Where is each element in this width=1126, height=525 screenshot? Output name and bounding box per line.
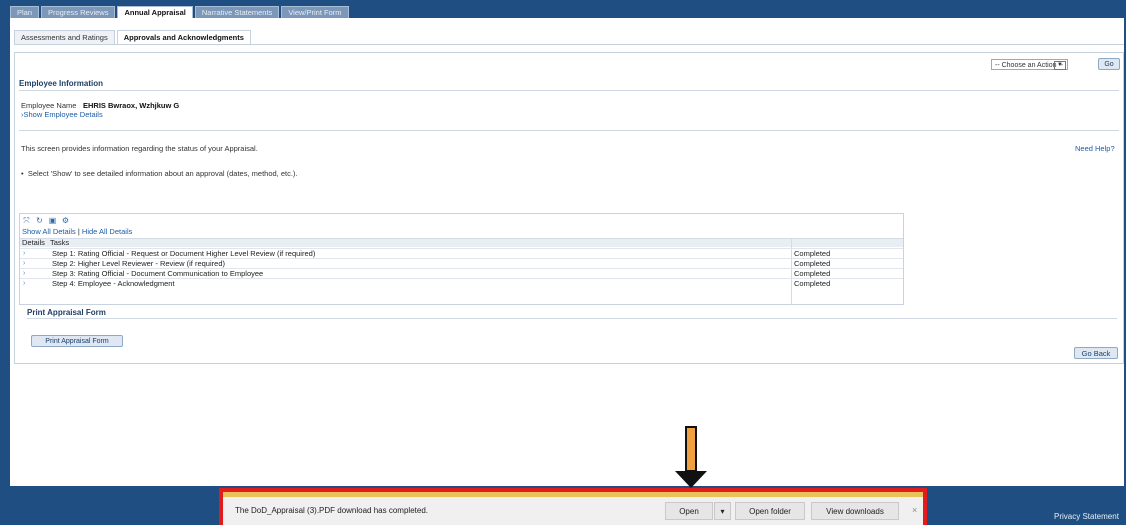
- show-all-details-link[interactable]: Show All Details: [22, 227, 76, 236]
- main-tabs: Plan Progress Reviews Annual Appraisal N…: [10, 6, 351, 18]
- main-panel: Assessments and Ratings Approvals and Ac…: [10, 18, 1124, 486]
- show-employee-details-link[interactable]: ›Show Employee Details: [21, 110, 103, 119]
- pointer-arrow-shaft: [685, 426, 697, 472]
- approvals-content: -- Choose an Action -- ▼ Go Employee Inf…: [14, 52, 1124, 364]
- down-arrow-icon: [675, 471, 707, 488]
- info-description: This screen provides information regardi…: [21, 144, 258, 153]
- refresh-icon[interactable]: ↻: [35, 216, 44, 225]
- section-divider: [19, 130, 1119, 131]
- tab-plan[interactable]: Plan: [10, 6, 40, 18]
- table-row: › Step 4: Employee - Acknowledgment Comp…: [20, 278, 903, 289]
- tab-progress-reviews[interactable]: Progress Reviews: [41, 6, 116, 18]
- tab-divider: [14, 44, 1124, 45]
- tab-assessments-ratings[interactable]: Assessments and Ratings: [14, 30, 115, 44]
- employee-info-heading: Employee Information: [19, 79, 104, 88]
- tab-approvals-acknowledgments[interactable]: Approvals and Acknowledgments: [116, 30, 251, 44]
- close-icon[interactable]: ×: [912, 505, 917, 515]
- tab-annual-appraisal[interactable]: Annual Appraisal: [117, 6, 193, 18]
- download-message: The DoD_Appraisal (3).PDF download has c…: [235, 506, 428, 515]
- header-details: Details: [22, 238, 45, 247]
- approvals-table: ⤧ ↻ ▣ ⚙ Show All Details | Hide All Deta…: [19, 213, 904, 305]
- hide-all-details-link[interactable]: Hide All Details: [82, 227, 132, 236]
- info-bullet-text: Select 'Show' to see detailed informatio…: [27, 169, 298, 178]
- view-downloads-button[interactable]: View downloads: [811, 502, 899, 520]
- section-divider: [19, 90, 1119, 91]
- open-button[interactable]: Open: [665, 502, 713, 520]
- open-options-button[interactable]: ▾: [714, 502, 731, 520]
- open-folder-button[interactable]: Open folder: [735, 502, 805, 520]
- privacy-statement-link[interactable]: Privacy Statement: [1054, 512, 1119, 521]
- export-icon[interactable]: ▣: [48, 216, 57, 225]
- table-toolbar: ⤧ ↻ ▣ ⚙: [22, 216, 70, 226]
- action-select[interactable]: -- Choose an Action -- ▼: [991, 59, 1068, 70]
- status-cell: Completed: [794, 279, 831, 288]
- bullet-icon: •: [21, 169, 24, 178]
- action-select-value: -- Choose an Action --: [995, 62, 1064, 69]
- tab-view-print-form[interactable]: View/Print Form: [281, 6, 349, 18]
- print-appraisal-heading: Print Appraisal Form: [27, 308, 106, 317]
- show-employee-details-text: Show Employee Details: [23, 110, 103, 119]
- settings-icon[interactable]: ⚙: [61, 216, 70, 225]
- link-separator: |: [77, 227, 80, 236]
- info-bullet: • Select 'Show' to see detailed informat…: [21, 169, 298, 178]
- table-header: Details Tasks: [20, 238, 903, 247]
- expand-icon[interactable]: ⤧: [22, 216, 31, 225]
- employee-name-value: EHRIS Bwraox, Wzhjkuw G: [83, 101, 180, 110]
- table-detail-links: Show All Details | Hide All Details: [22, 227, 132, 236]
- task-cell: Step 4: Employee - Acknowledgment: [52, 279, 175, 288]
- section-divider: [27, 318, 1117, 319]
- caret-down-icon: ▾: [720, 507, 725, 516]
- sub-tabs: Assessments and Ratings Approvals and Ac…: [14, 30, 253, 44]
- header-tasks: Tasks: [50, 238, 70, 247]
- go-button[interactable]: Go: [1098, 58, 1120, 70]
- download-notification-highlight: The DoD_Appraisal (3).PDF download has c…: [219, 488, 927, 525]
- expand-row-icon[interactable]: ›: [23, 279, 25, 289]
- go-back-button[interactable]: Go Back: [1074, 347, 1118, 359]
- employee-name-label: Employee Name: [21, 101, 77, 110]
- chevron-down-icon: ▼: [1054, 61, 1066, 70]
- download-bar: The DoD_Appraisal (3).PDF download has c…: [223, 497, 923, 525]
- need-help-link[interactable]: Need Help?: [1075, 144, 1115, 153]
- tab-narrative-statements[interactable]: Narrative Statements: [194, 6, 280, 18]
- print-appraisal-button[interactable]: Print Appraisal Form: [31, 335, 123, 347]
